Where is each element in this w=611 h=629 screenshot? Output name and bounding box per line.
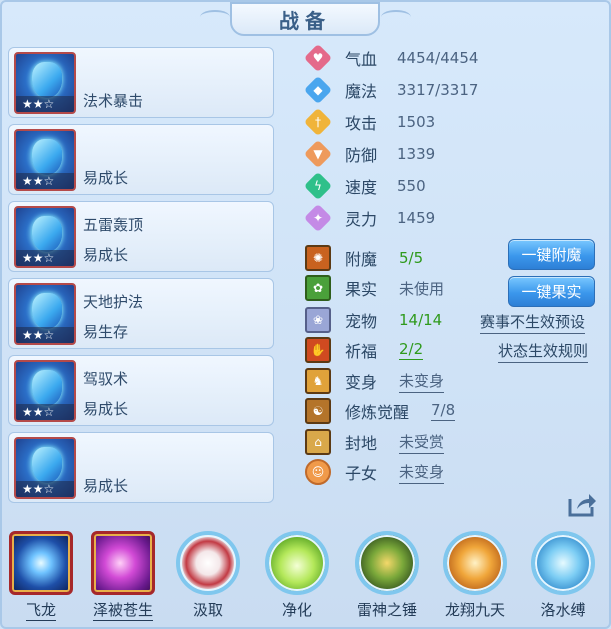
helmet-icon: ★★☆ — [14, 129, 76, 191]
skill-purify[interactable]: 净化 — [262, 531, 332, 620]
attr-pray[interactable]: ✋ 祈福 2/2 — [305, 336, 424, 364]
heart-icon: ♥ — [303, 43, 333, 73]
gem-icon — [32, 370, 62, 406]
absorb-icon — [176, 531, 240, 595]
stat-speed: ϟ 速度 550 — [303, 171, 426, 201]
equipment-trait: 易成长 — [83, 400, 129, 418]
skill-flying-dragon[interactable]: 飞龙 — [6, 531, 76, 621]
boots-icon: ★★☆ — [14, 437, 76, 499]
equipment-list: ★★☆ 法术暴击 ★★☆ 易成长 ★★☆ 五雷轰顶 易成长 ★★☆ 天地护法 易… — [8, 47, 274, 509]
stat-attack: † 攻击 1503 — [303, 107, 435, 137]
star-rating: ★★☆ — [16, 481, 74, 497]
equipment-trait: 易成长 — [83, 169, 129, 187]
skill-blessing[interactable]: 泽被苍生 — [88, 531, 158, 621]
shield-icon: ▼ — [303, 139, 333, 169]
belt-icon: ★★☆ — [14, 360, 76, 422]
child-icon: ☺ — [305, 459, 331, 485]
necklace-icon: ★★☆ — [14, 283, 76, 345]
equipment-card[interactable]: ★★☆ 天地护法 易生存 — [8, 278, 274, 349]
gem-icon — [32, 62, 62, 98]
title-ornament-left — [200, 10, 230, 24]
star-rating: ★★☆ — [16, 327, 74, 343]
equipment-card[interactable]: ★★☆ 法术暴击 — [8, 47, 274, 118]
attr-fruit[interactable]: ✿ 果实 未使用 — [305, 274, 444, 302]
attr-cultivate[interactable]: ☯ 修炼觉醒 7/8 — [305, 397, 456, 425]
gem-icon — [32, 293, 62, 329]
equipment-card[interactable]: ★★☆ 驾驭术 易成长 — [8, 355, 274, 426]
equipment-name: 天地护法 — [83, 293, 144, 311]
cultivate-icon: ☯ — [305, 398, 331, 424]
fruit-icon: ✿ — [305, 275, 331, 301]
equipment-card[interactable]: ★★☆ 易成长 — [8, 124, 274, 195]
gem-icon — [32, 139, 62, 175]
armor-icon: ★★☆ — [14, 206, 76, 268]
share-icon[interactable] — [566, 490, 598, 518]
status-rules-link[interactable]: 状态生效规则 — [498, 340, 589, 363]
attr-child[interactable]: ☺ 子女 未变身 — [305, 458, 445, 486]
lightning-icon: ϟ — [303, 171, 333, 201]
one-click-enchant-button[interactable]: 一键附魔 — [508, 239, 595, 270]
stat-spirit: ✦ 灵力 1459 — [303, 203, 435, 233]
flying-dragon-icon — [9, 531, 73, 595]
equipment-name: 驾驭术 — [83, 370, 129, 388]
stat-mp: ◆ 魔法 3317/3317 — [303, 75, 478, 105]
spirit-icon: ✦ — [303, 203, 333, 233]
blessing-hand-icon — [91, 531, 155, 595]
attr-transform[interactable]: ♞ 变身 未变身 — [305, 367, 445, 395]
star-rating: ★★☆ — [16, 173, 74, 189]
enchant-icon: ✺ — [305, 245, 331, 271]
event-preset-link[interactable]: 赛事不生效预设 — [480, 311, 586, 334]
equipment-name: 五雷轰顶 — [83, 216, 144, 234]
weapon-icon: ★★☆ — [14, 52, 76, 114]
attr-enchant[interactable]: ✺ 附魔 5/5 — [305, 244, 423, 272]
stat-defense: ▼ 防御 1339 — [303, 139, 435, 169]
transform-icon: ♞ — [305, 368, 331, 394]
equipment-trait: 法术暴击 — [83, 92, 144, 110]
star-rating: ★★☆ — [16, 250, 74, 266]
fief-icon: ⌂ — [305, 429, 331, 455]
skill-absorb[interactable]: 汲取 — [173, 531, 243, 620]
thunder-hammer-icon — [355, 531, 419, 595]
sword-icon: † — [303, 107, 333, 137]
pet-icon: ❀ — [305, 307, 331, 333]
equipment-trait: 易生存 — [83, 323, 129, 341]
attr-pet[interactable]: ❀ 宠物 14/14 — [305, 306, 442, 334]
skill-thunder-hammer[interactable]: 雷神之锤 — [352, 531, 422, 620]
purify-heart-icon — [265, 531, 329, 595]
skill-dragon-soar[interactable]: 龙翔九天 — [440, 531, 510, 620]
stat-hp: ♥ 气血 4454/4454 — [303, 43, 478, 73]
magic-icon: ◆ — [303, 75, 333, 105]
equipment-trait: 易成长 — [83, 246, 129, 264]
equipment-card[interactable]: ★★☆ 五雷轰顶 易成长 — [8, 201, 274, 272]
title-ornament-right — [381, 10, 411, 24]
equipment-card[interactable]: ★★☆ 易成长 — [8, 432, 274, 503]
equipment-trait: 易成长 — [83, 477, 129, 495]
star-rating: ★★☆ — [16, 404, 74, 420]
pray-icon: ✋ — [305, 337, 331, 363]
gem-icon — [32, 216, 62, 252]
water-bind-icon — [531, 531, 595, 595]
page-title: 战备 — [230, 2, 380, 36]
skill-water-bind[interactable]: 洛水缚 — [528, 531, 598, 620]
attr-fief[interactable]: ⌂ 封地 未受赏 — [305, 428, 445, 456]
dragon-soar-icon — [443, 531, 507, 595]
one-click-fruit-button[interactable]: 一键果实 — [508, 276, 595, 307]
star-rating: ★★☆ — [16, 96, 74, 112]
gem-icon — [32, 447, 62, 483]
